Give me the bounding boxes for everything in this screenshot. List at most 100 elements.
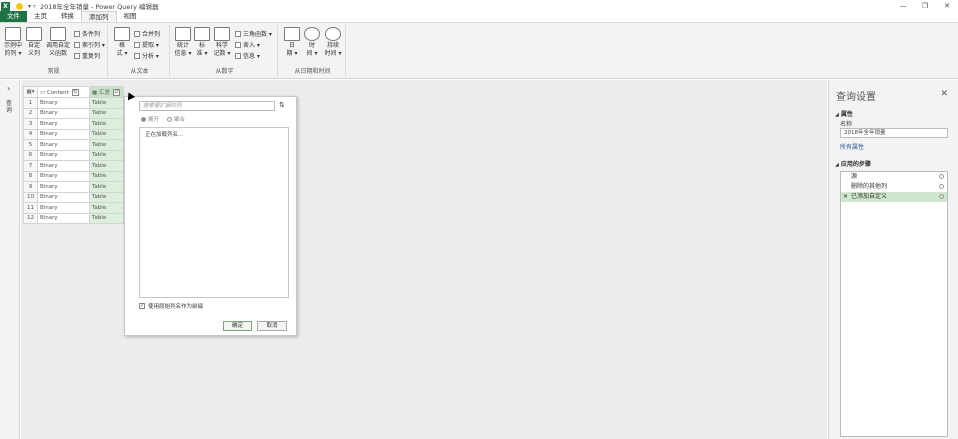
cell-content[interactable]: Binary [37,97,90,109]
sort-columns-icon[interactable]: ⇅ [279,101,285,109]
column-from-examples-button[interactable]: 示例中 的列 ▾ [3,27,23,58]
expand-queries-chevron-icon[interactable]: › [7,84,10,93]
cell-summary[interactable]: Table [89,202,124,214]
tab-home[interactable]: 主页 [27,11,54,22]
gear-icon[interactable] [939,194,944,199]
table-row[interactable]: 10 Binary Table [23,191,124,203]
row-number[interactable]: 12 [23,212,38,224]
cell-summary[interactable]: Table [89,97,124,109]
delete-step-icon[interactable]: ✕ [843,192,848,202]
table-row[interactable]: 9 Binary Table [23,181,124,193]
custom-column-button[interactable]: 自定 义列 [25,27,43,58]
tab-transform[interactable]: 转换 [54,11,81,22]
cell-content[interactable]: Binary [37,118,90,130]
step-source[interactable]: 源 [841,172,947,182]
tab-view[interactable]: 视图 [117,11,144,22]
table-row[interactable]: 5 Binary Table [23,139,124,151]
use-prefix-checkbox[interactable]: ✓ 使用原始列名作为前缀 [139,302,203,310]
row-number[interactable]: 4 [23,128,38,140]
column-header-summary[interactable]: ▦ 汇总 ⇄ [89,86,124,98]
table-row[interactable]: 4 Binary Table [23,128,124,140]
rounding-button[interactable]: 舍入 ▾ [235,40,260,49]
cell-summary[interactable]: Table [89,139,124,151]
cell-summary[interactable]: Table [89,107,124,119]
cell-summary[interactable]: Table [89,181,124,193]
duration-button[interactable]: 持续 时间 ▾ [323,27,343,58]
cancel-button[interactable]: 取消 [257,321,287,331]
close-pane-icon[interactable]: ✕ [940,89,948,99]
table-menu-icon[interactable]: ▦▾ [23,86,38,98]
cell-summary[interactable]: Table [89,118,124,130]
close-window-button[interactable]: ✕ [936,0,958,12]
cell-content[interactable]: Binary [37,149,90,161]
row-number[interactable]: 2 [23,107,38,119]
column-list[interactable]: 正在加载列名... [139,127,289,298]
scientific-button[interactable]: 科学 记数 ▾ [212,27,232,58]
properties-section-header[interactable]: ◢ 属性 [835,109,853,118]
index-column-button[interactable]: 索引列 ▾ [74,40,105,49]
step-added-custom[interactable]: ✕ 已添加自定义 [841,192,947,202]
cell-content[interactable]: Binary [37,191,90,203]
cell-content[interactable]: Binary [37,128,90,140]
radio-expand[interactable]: 展开 [141,115,159,123]
column-expand-icon[interactable]: ⇅ [71,88,79,96]
trigonometry-button[interactable]: 三角函数 ▾ [235,29,272,38]
extract-button[interactable]: 提取 ▾ [134,40,159,49]
restore-button[interactable]: ❐ [914,0,936,12]
invoke-custom-function-button[interactable]: 调用自定 义函数 [45,27,71,58]
cell-summary[interactable]: Table [89,160,124,172]
column-header-content[interactable]: ▭ Content ⇅ [37,86,90,98]
cell-content[interactable]: Binary [37,160,90,172]
query-name-input[interactable]: 2018年全年销量 [840,128,948,138]
format-button[interactable]: 格 式 ▾ [114,27,130,58]
cell-content[interactable]: Binary [37,202,90,214]
table-row[interactable]: 6 Binary Table [23,149,124,161]
statistics-button[interactable]: 统计 信息 ▾ [174,27,192,58]
gear-icon[interactable] [939,174,944,179]
row-number[interactable]: 10 [23,191,38,203]
cell-content[interactable]: Binary [37,170,90,182]
step-removed-other-columns[interactable]: 删除的其他列 [841,182,947,192]
table-row[interactable]: 11 Binary Table [23,202,124,214]
standard-button[interactable]: 标 准 ▾ [194,27,210,58]
cell-summary[interactable]: Table [89,128,124,140]
time-button[interactable]: 时 间 ▾ [304,27,320,58]
tab-add-column[interactable]: 添加列 [81,11,117,22]
cell-content[interactable]: Binary [37,212,90,224]
row-number[interactable]: 8 [23,170,38,182]
row-number[interactable]: 9 [23,181,38,193]
parse-button[interactable]: 分析 ▾ [134,51,159,60]
applied-steps-section-header[interactable]: ◢ 应用的步骤 [835,159,871,168]
radio-aggregate[interactable]: 聚合 [167,115,185,123]
cell-summary[interactable]: Table [89,212,124,224]
quick-access-dropdown-icon[interactable]: ▾ ▿ [28,3,36,10]
cell-summary[interactable]: Table [89,149,124,161]
cell-summary[interactable]: Table [89,191,124,203]
table-row[interactable]: 7 Binary Table [23,160,124,172]
tab-file[interactable]: 文件 [0,11,27,22]
feedback-smiley-icon[interactable] [16,2,23,10]
table-row[interactable]: 8 Binary Table [23,170,124,182]
row-number[interactable]: 11 [23,202,38,214]
row-number[interactable]: 5 [23,139,38,151]
table-row[interactable]: 3 Binary Table [23,118,124,130]
information-button[interactable]: 信息 ▾ [235,51,260,60]
cell-summary[interactable]: Table [89,170,124,182]
duplicate-column-button[interactable]: 重复列 [74,51,100,60]
row-number[interactable]: 1 [23,97,38,109]
row-number[interactable]: 3 [23,118,38,130]
date-button[interactable]: 日 期 ▾ [284,27,300,58]
expand-table-column-icon[interactable]: ⇄ [112,89,120,96]
minimize-button[interactable]: — [892,0,914,12]
all-properties-link[interactable]: 所有属性 [840,142,864,151]
queries-pane-label[interactable]: 查询 [6,100,14,114]
conditional-column-button[interactable]: 条件列 [74,29,100,38]
cell-content[interactable]: Binary [37,107,90,119]
gear-icon[interactable] [939,184,944,189]
table-row[interactable]: 2 Binary Table [23,107,124,119]
merge-columns-button[interactable]: 合并列 [134,29,160,38]
ok-button[interactable]: 确定 [223,321,252,331]
cell-content[interactable]: Binary [37,139,90,151]
table-row[interactable]: 12 Binary Table [23,212,124,224]
row-number[interactable]: 7 [23,160,38,172]
